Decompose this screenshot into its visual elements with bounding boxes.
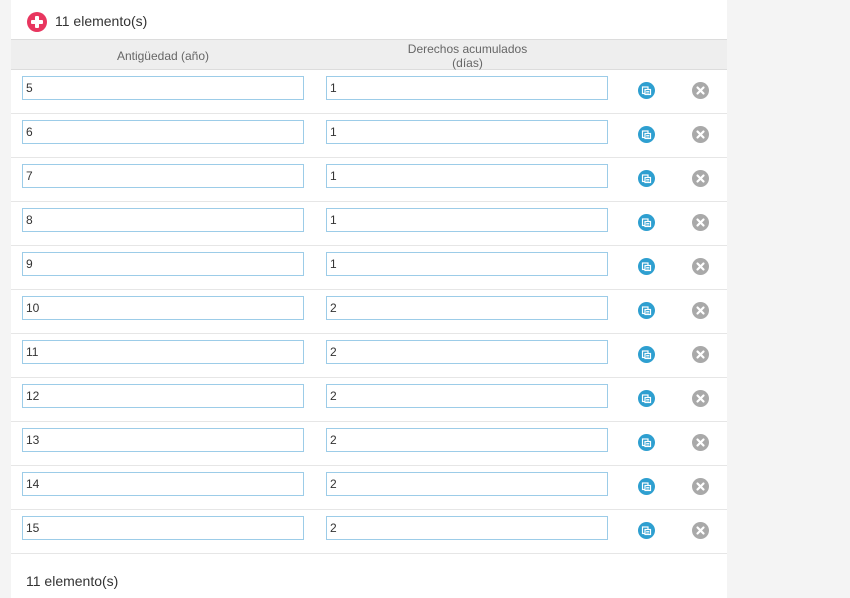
duplicate-icon[interactable] [638,478,655,495]
duplicate-icon[interactable] [638,126,655,143]
column-header-antiguedad: Antigüedad (año) [11,40,315,71]
derechos-input[interactable] [326,472,608,496]
element-count-top: 11 elemento(s) [55,13,148,29]
antiguedad-input[interactable] [22,516,304,540]
antiguedad-input[interactable] [22,252,304,276]
table-row [11,334,727,378]
derechos-input[interactable] [326,384,608,408]
close-icon[interactable] [692,390,709,407]
duplicate-icon[interactable] [638,170,655,187]
add-element-button[interactable] [27,12,47,32]
close-icon[interactable] [692,82,709,99]
close-icon[interactable] [692,522,709,539]
elements-panel: 11 elemento(s) Antigüedad (año) Derechos… [11,0,727,598]
table-row [11,510,727,554]
close-icon[interactable] [692,126,709,143]
table-row [11,246,727,290]
antiguedad-input[interactable] [22,472,304,496]
column-header-derechos-label-line2: (días) [452,55,483,70]
derechos-input[interactable] [326,428,608,452]
duplicate-icon[interactable] [638,302,655,319]
antiguedad-input[interactable] [22,340,304,364]
table-row [11,290,727,334]
close-icon[interactable] [692,214,709,231]
antiguedad-input[interactable] [22,384,304,408]
derechos-input[interactable] [326,252,608,276]
close-icon[interactable] [692,302,709,319]
close-icon[interactable] [692,170,709,187]
antiguedad-input[interactable] [22,120,304,144]
column-header-antiguedad-label: Antigüedad (año) [116,48,210,63]
table-row [11,202,727,246]
derechos-input[interactable] [326,340,608,364]
table-body [11,70,727,554]
derechos-input[interactable] [326,208,608,232]
close-icon[interactable] [692,346,709,363]
table-row [11,466,727,510]
antiguedad-input[interactable] [22,76,304,100]
duplicate-icon[interactable] [638,214,655,231]
close-icon[interactable] [692,478,709,495]
duplicate-icon[interactable] [638,346,655,363]
duplicate-icon[interactable] [638,522,655,539]
antiguedad-input[interactable] [22,296,304,320]
derechos-input[interactable] [326,516,608,540]
derechos-input[interactable] [326,296,608,320]
duplicate-icon[interactable] [638,390,655,407]
close-icon[interactable] [692,258,709,275]
derechos-input[interactable] [326,164,608,188]
table-row [11,422,727,466]
derechos-input[interactable] [326,76,608,100]
table-row [11,158,727,202]
duplicate-icon[interactable] [638,434,655,451]
duplicate-icon[interactable] [638,82,655,99]
antiguedad-input[interactable] [22,208,304,232]
element-count-bottom: 11 elemento(s) [26,573,119,589]
duplicate-icon[interactable] [638,258,655,275]
toolbar: 11 elemento(s) [11,0,727,39]
antiguedad-input[interactable] [22,164,304,188]
table-row [11,70,727,114]
column-header-derechos-label-line1: Derechos acumulados [407,41,528,56]
table-row [11,378,727,422]
antiguedad-input[interactable] [22,428,304,452]
close-icon[interactable] [692,434,709,451]
table-row [11,114,727,158]
table-header: Antigüedad (año) Derechos acumulados (dí… [11,39,727,70]
column-header-derechos: Derechos acumulados (días) [316,40,619,71]
derechos-input[interactable] [326,120,608,144]
